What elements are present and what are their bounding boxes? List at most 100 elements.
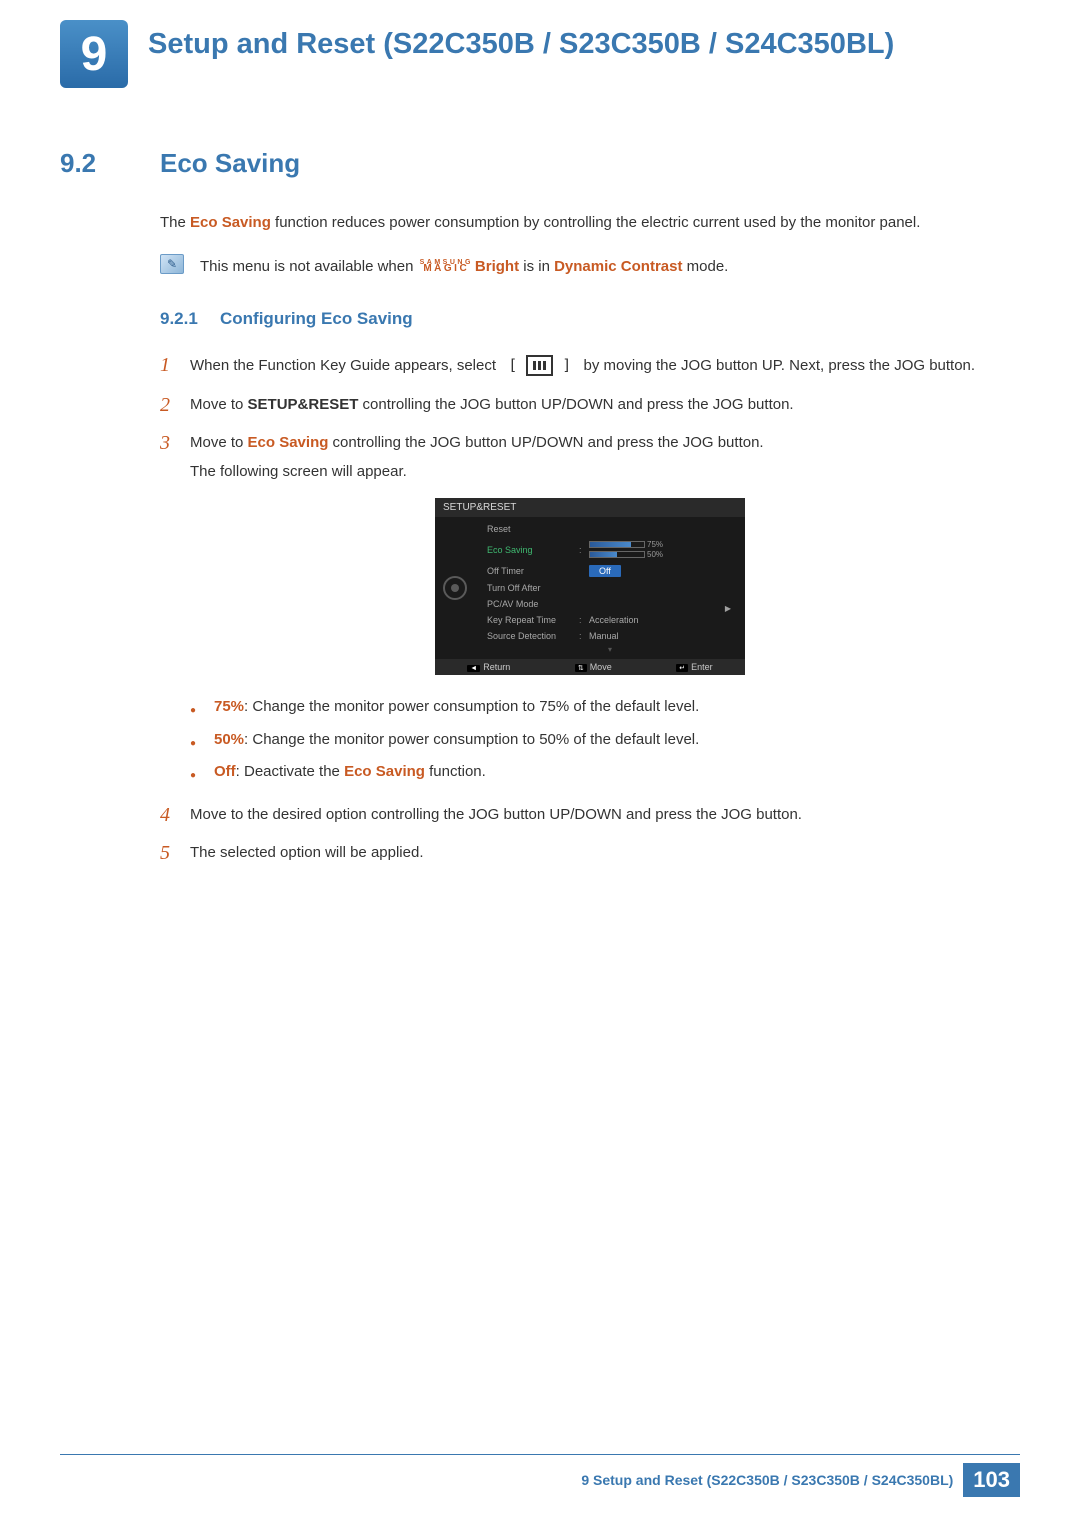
step-text: Move to the desired option controlling t…: [190, 801, 1020, 830]
off-pill: Off: [589, 565, 621, 577]
osd-label: Reset: [487, 524, 579, 534]
osd-menu: Reset Eco Saving : 75% 50% Off Timer Off: [475, 517, 745, 659]
option-label: 75%: [214, 698, 244, 715]
feature-name: Eco Saving: [190, 214, 271, 231]
bullet-icon: ●: [190, 726, 214, 755]
osd-item-off-timer: Off Timer Off: [475, 562, 745, 580]
osd-value: Manual: [589, 631, 737, 641]
osd-footer-return: ◄Return: [467, 662, 510, 672]
text: is in: [519, 258, 554, 275]
mode-name: Dynamic Contrast: [554, 258, 682, 275]
subsection-heading: 9.2.1 Configuring Eco Saving: [160, 309, 1020, 329]
step-number: 3: [160, 429, 190, 486]
text: The: [160, 214, 190, 231]
text: The following screen will appear.: [190, 458, 1020, 487]
subsection-number: 9.2.1: [160, 309, 220, 329]
osd-item-pcav: PC/AV Mode ▶: [475, 596, 745, 612]
step-5: 5 The selected option will be applied.: [160, 839, 1020, 868]
label: Enter: [691, 662, 713, 672]
osd-colon: :: [579, 615, 589, 625]
bold-text: SETUP&RESET: [248, 396, 359, 413]
section-title: Eco Saving: [160, 148, 300, 179]
note-text: This menu is not available when SAMSUNGM…: [200, 254, 728, 280]
option-label: Off: [214, 763, 236, 780]
text: by moving the JOG button UP. Next, press…: [579, 357, 975, 374]
osd-colon: :: [579, 545, 589, 555]
osd-value-bars: 75% 50%: [589, 540, 737, 559]
osd-label: Source Detection: [487, 631, 579, 641]
page-number: 103: [963, 1463, 1020, 1497]
osd-label: Off Timer: [487, 566, 579, 576]
text: controlling the JOG button UP/DOWN and p…: [358, 396, 793, 413]
move-icon: ⇅: [575, 664, 587, 672]
label: Move: [590, 662, 612, 672]
osd-item-reset: Reset: [475, 521, 745, 537]
text: [: [508, 356, 517, 374]
menu-icon: [526, 355, 553, 376]
chevron-down-icon: ▾: [475, 644, 745, 655]
section-number: 9.2: [60, 148, 160, 179]
osd-value: Acceleration: [589, 615, 737, 625]
bullet-icon: ●: [190, 758, 214, 787]
text: When the Function Key Guide appears, sel…: [190, 357, 500, 374]
page-footer: 9 Setup and Reset (S22C350B / S23C350B /…: [581, 1463, 1020, 1497]
step-3: 3 Move to Eco Saving controlling the JOG…: [160, 429, 1020, 486]
osd-footer-move: ⇅Move: [575, 662, 612, 672]
step-2: 2 Move to SETUP&RESET controlling the JO…: [160, 391, 1020, 420]
chapter-header: 9 Setup and Reset (S22C350B / S23C350B /…: [60, 20, 1020, 88]
step-number: 5: [160, 839, 190, 868]
osd-colon: :: [579, 631, 589, 641]
osd-item-eco-saving: Eco Saving : 75% 50%: [475, 537, 745, 562]
bar-label: 75%: [647, 540, 663, 549]
step-text: Move to SETUP&RESET controlling the JOG …: [190, 391, 1020, 420]
bright-label: Bright: [475, 258, 519, 275]
intro-paragraph: The Eco Saving function reduces power co…: [160, 209, 1020, 238]
chapter-number-badge: 9: [60, 20, 128, 88]
note-block: ✎ This menu is not available when SAMSUN…: [160, 254, 1020, 280]
osd-footer: ◄Return ⇅Move ↵Enter: [435, 659, 745, 675]
chapter-title: Setup and Reset (S22C350B / S23C350B / S…: [148, 20, 894, 62]
osd-item-source-detection: Source Detection : Manual: [475, 628, 745, 644]
osd-item-key-repeat: Key Repeat Time : Acceleration: [475, 612, 745, 628]
return-icon: ◄: [467, 665, 480, 672]
logo-bottom: MAGIC: [423, 265, 469, 273]
step-4: 4 Move to the desired option controlling…: [160, 801, 1020, 830]
note-icon: ✎: [160, 254, 184, 274]
osd-jog-area: [435, 517, 475, 659]
samsung-magic-logo: SAMSUNGMAGIC: [420, 260, 473, 274]
step-text: The selected option will be applied.: [190, 839, 1020, 868]
osd-footer-enter: ↵Enter: [676, 662, 712, 672]
feature-name: Eco Saving: [344, 763, 425, 780]
text: : Deactivate the: [236, 763, 344, 780]
step-number: 1: [160, 351, 190, 381]
text: Move to: [190, 434, 248, 451]
text: function reduces power consumption by co…: [271, 214, 921, 231]
osd-label: Key Repeat Time: [487, 615, 579, 625]
text: This menu is not available when: [200, 258, 418, 275]
option-label: 50%: [214, 731, 244, 748]
step-text: When the Function Key Guide appears, sel…: [190, 351, 1020, 381]
osd-label: Turn Off After: [487, 583, 579, 593]
bullet-item: ● 50%: Change the monitor power consumpt…: [190, 726, 1020, 755]
step-text: Move to Eco Saving controlling the JOG b…: [190, 429, 1020, 486]
step-number: 2: [160, 391, 190, 420]
osd-item-turn-off-after: Turn Off After: [475, 580, 745, 596]
menu-icon-bracket: [ ]: [500, 351, 579, 380]
osd-screenshot: SETUP&RESET Reset Eco Saving : 75% 50%: [435, 498, 745, 675]
text: ]: [562, 356, 571, 374]
footer-rule: [60, 1454, 1020, 1455]
step-number: 4: [160, 801, 190, 830]
osd-label: PC/AV Mode: [487, 599, 579, 609]
bullet-item: ● Off: Deactivate the Eco Saving functio…: [190, 758, 1020, 787]
osd-label: Eco Saving: [487, 545, 579, 555]
bullet-list: ● 75%: Change the monitor power consumpt…: [190, 693, 1020, 787]
text: : Change the monitor power consumption t…: [244, 698, 699, 715]
step-1: 1 When the Function Key Guide appears, s…: [160, 351, 1020, 381]
text: mode.: [682, 258, 728, 275]
feature-name: Eco Saving: [248, 434, 329, 451]
section-heading: 9.2 Eco Saving: [60, 148, 1020, 179]
jog-icon: [443, 576, 467, 600]
enter-icon: ↵: [676, 664, 688, 672]
bullet-icon: ●: [190, 693, 214, 722]
text: Move to: [190, 396, 248, 413]
